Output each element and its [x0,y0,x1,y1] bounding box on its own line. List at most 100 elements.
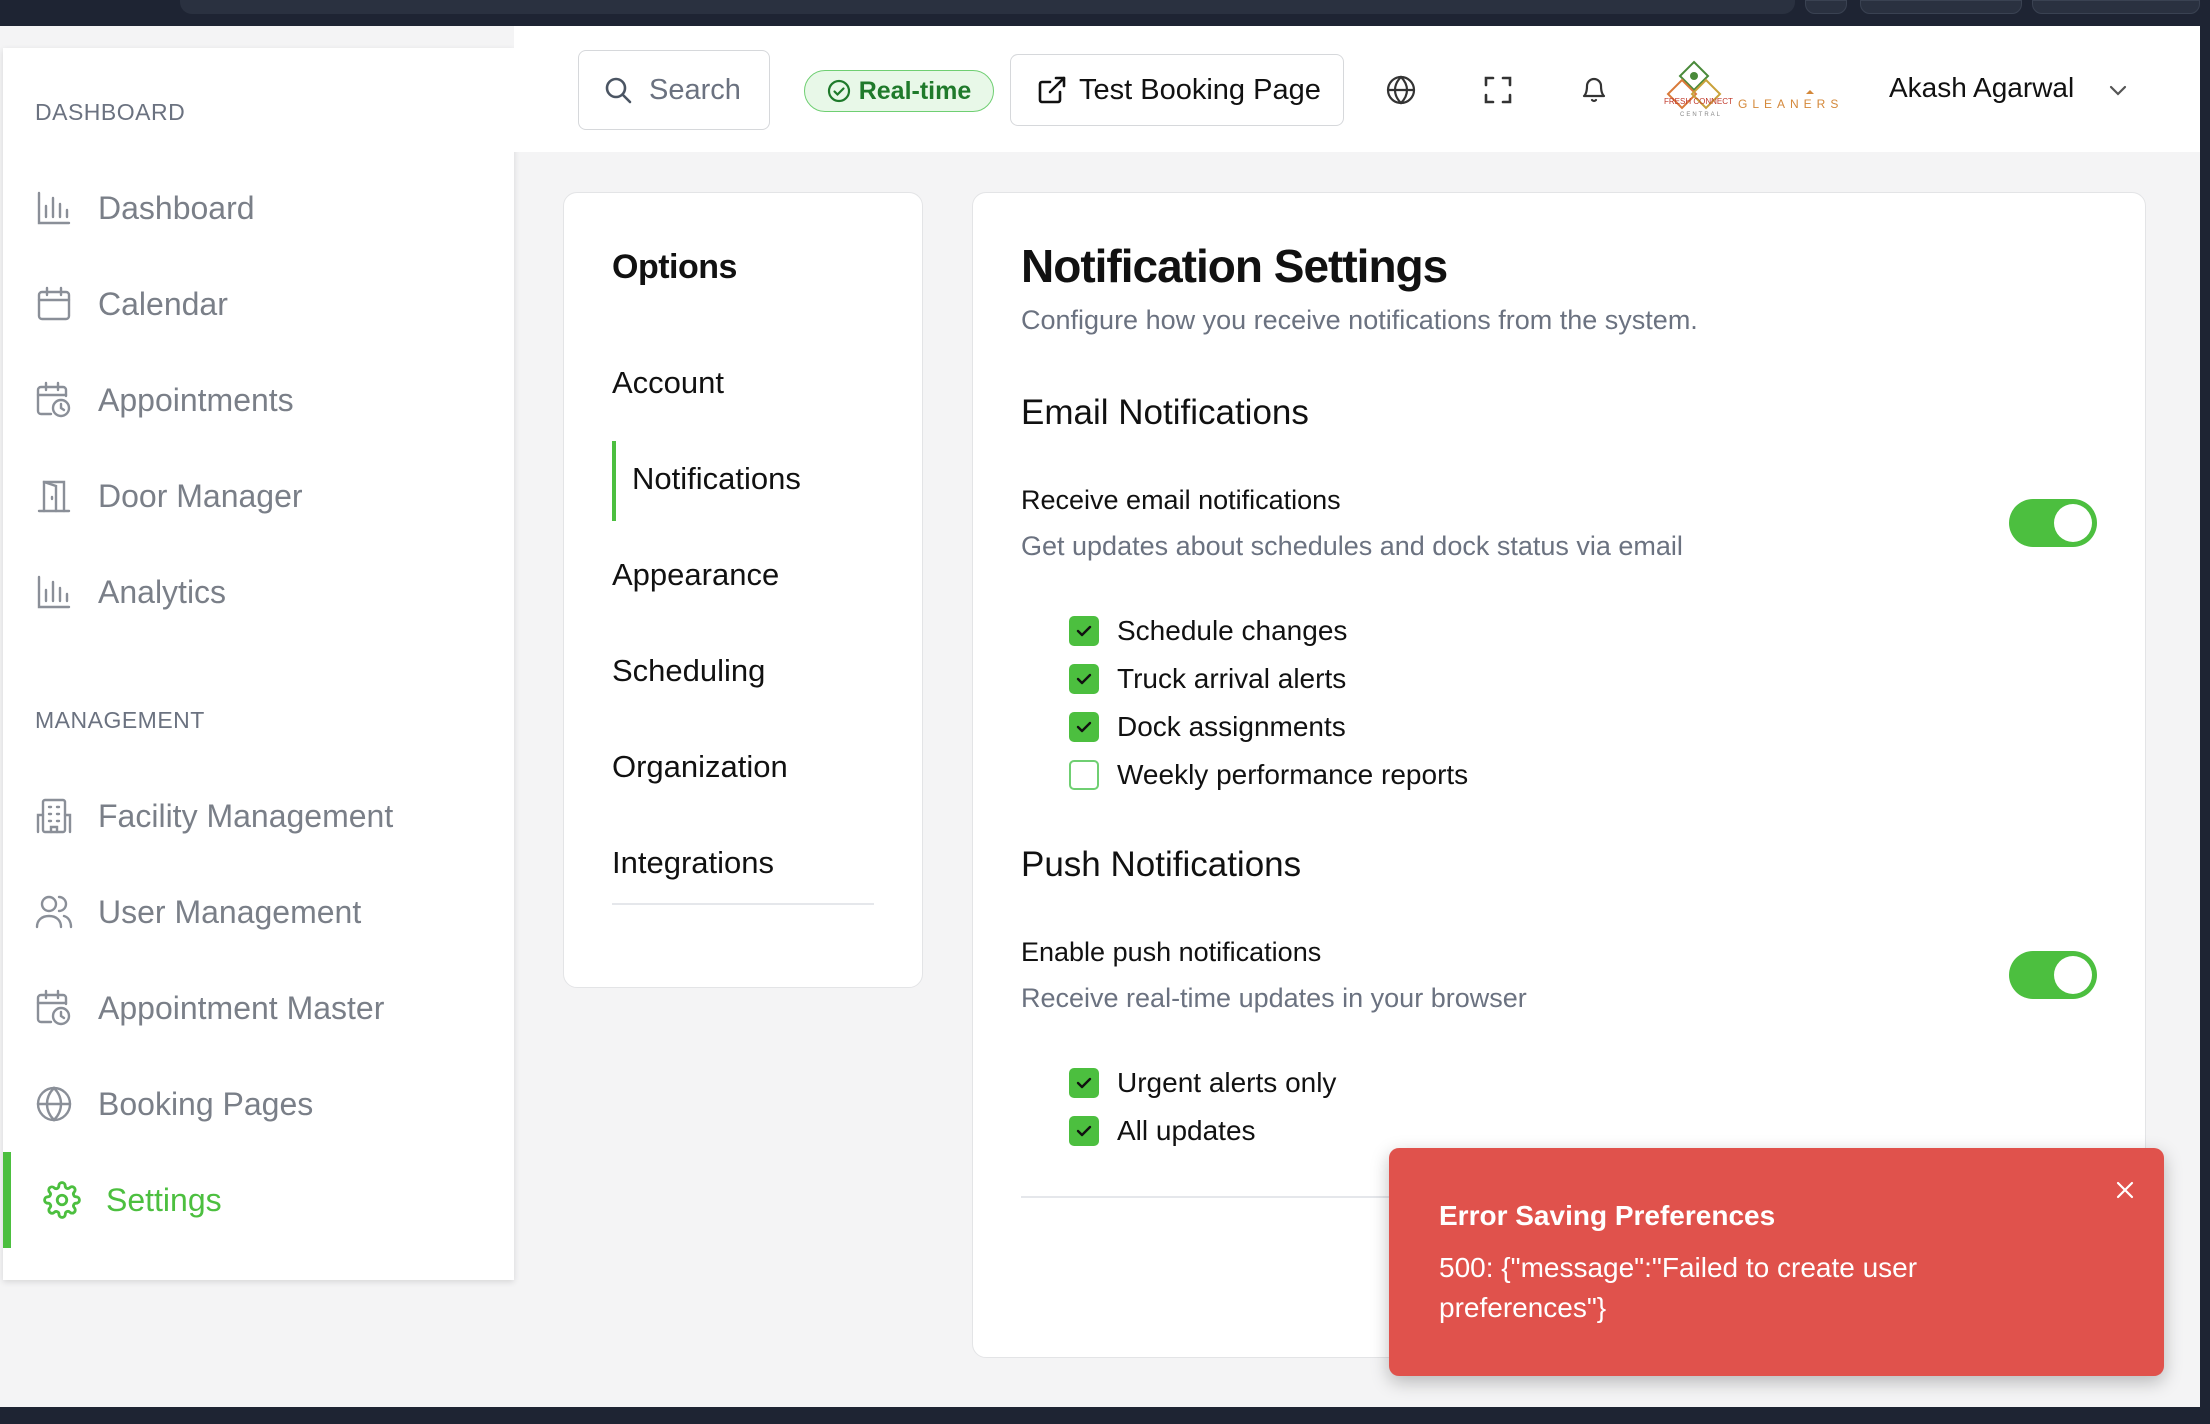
toast-title: Error Saving Preferences [1439,1200,1776,1231]
realtime-label: Real-time [858,76,972,105]
sidebar-item-analytics[interactable]: Analytics [3,552,514,632]
test-booking-label: Test Booking Page [1079,73,1321,106]
push-toggle-title: Enable push notifications [1021,937,1322,967]
email-toggle-subtitle: Get updates about schedules and dock sta… [1021,531,1683,561]
sidebar-item-label: Settings [106,1181,222,1218]
close-icon[interactable] [2113,1178,2137,1202]
svg-text:FRESH CONNECT: FRESH CONNECT [1664,97,1733,106]
sidebar: DASHBOARD Dashboard Calendar Appointment… [3,48,514,1280]
calendar-icon [35,285,73,323]
globe-icon[interactable] [1381,70,1421,110]
push-section-title: Push Notifications [1021,845,1302,884]
top-header: Search Real-time Test Booking Page FRESH… [514,26,2200,152]
sidebar-item-appointments[interactable]: Appointments [3,360,514,440]
page-subtitle: Configure how you receive notifications … [1021,305,1698,335]
section-label-dashboard: DASHBOARD [35,99,186,125]
active-indicator [3,1152,11,1248]
svg-text:CENTRAL: CENTRAL [1680,112,1722,118]
option-account[interactable]: Account [612,365,724,401]
options-title: Options [612,248,737,286]
sidebar-item-label: Calendar [98,285,228,322]
checkbox-schedule-changes[interactable]: Schedule changes [1069,614,1347,648]
search-label: Search [649,73,741,106]
checkbox[interactable] [1069,616,1099,646]
option-appearance[interactable]: Appearance [612,557,779,593]
error-toast: Error Saving Preferences 500: {"message"… [1389,1148,2164,1376]
sidebar-item-label: Analytics [98,573,227,610]
email-notifications-toggle[interactable] [2009,499,2097,547]
address-bar[interactable] [180,0,1795,14]
checkbox-label: Schedule changes [1117,615,1348,646]
checkbox-truck-arrival-alerts[interactable]: Truck arrival alerts [1069,662,1346,696]
email-section-title: Email Notifications [1021,393,1309,432]
check-icon [1076,1077,1092,1089]
checkbox[interactable] [1069,712,1099,742]
checkbox[interactable] [1069,760,1099,790]
company-logo: FRESH CONNECT CENTRAL GLEANERS [1650,54,1850,124]
sidebar-item-appointment-master[interactable]: Appointment Master [3,968,514,1048]
sidebar-item-calendar[interactable]: Calendar [3,264,514,344]
option-organization[interactable]: Organization [612,749,788,785]
email-toggle-title: Receive email notifications [1021,485,1341,515]
checkbox-label: Urgent alerts only [1117,1067,1337,1098]
sidebar-item-label: Door Manager [98,477,303,514]
push-toggle-subtitle: Receive real-time updates in your browse… [1021,983,1527,1013]
checkbox-label: All updates [1117,1115,1256,1146]
sidebar-item-user-management[interactable]: User Management [3,872,514,952]
option-scheduling[interactable]: Scheduling [612,653,765,689]
active-indicator [612,441,616,521]
check-icon [1076,1125,1092,1137]
check-icon [1076,625,1092,637]
bell-icon[interactable] [1574,70,1614,110]
fullscreen-icon[interactable] [1478,70,1518,110]
sidebar-item-door-manager[interactable]: Door Manager [3,456,514,536]
user-name[interactable]: Akash Agarwal [1889,72,2074,104]
sidebar-item-label: Appointment Master [98,989,385,1026]
options-panel: Options Account Notifications Appearance… [563,192,923,988]
sidebar-item-label: Appointments [98,381,294,418]
section-label-management: MANAGEMENT [35,707,205,733]
external-link-icon [1037,75,1067,105]
toggle-knob [2054,956,2092,994]
option-integrations[interactable]: Integrations [612,845,774,881]
window-edge [0,1407,2210,1424]
check-circle-icon [827,79,851,103]
search-button[interactable]: Search [578,50,770,130]
checkbox-dock-assignments[interactable]: Dock assignments [1069,710,1346,744]
users-icon [35,893,73,931]
search-icon [603,75,633,105]
sidebar-item-booking-pages[interactable]: Booking Pages [3,1064,514,1144]
option-notifications[interactable]: Notifications [632,461,801,497]
checkbox[interactable] [1069,1116,1099,1146]
sidebar-item-settings[interactable]: Settings [3,1152,514,1248]
checkbox[interactable] [1069,664,1099,694]
sidebar-item-facility-management[interactable]: Facility Management [3,776,514,856]
door-icon [35,477,73,515]
page-title: Notification Settings [1021,240,1448,292]
checkbox-all-updates[interactable]: All updates [1069,1114,1256,1148]
bar-chart-icon [35,573,73,611]
checkbox-urgent-alerts-only[interactable]: Urgent alerts only [1069,1066,1336,1100]
browser-toolbar [0,0,2210,26]
chevron-down-icon[interactable] [2098,70,2138,110]
window-edge [2200,26,2210,1407]
sidebar-item-dashboard[interactable]: Dashboard [3,168,514,248]
test-booking-page-button[interactable]: Test Booking Page [1010,54,1344,126]
browser-button[interactable] [1860,0,2022,14]
realtime-badge: Real-time [804,70,994,112]
check-icon [1076,673,1092,685]
browser-button[interactable] [2032,0,2200,14]
browser-button[interactable] [1805,0,1847,14]
checkbox-label: Weekly performance reports [1117,759,1469,790]
checkbox[interactable] [1069,1068,1099,1098]
bar-chart-icon [35,189,73,227]
calendar-clock-icon [35,989,73,1027]
push-notifications-toggle[interactable] [2009,951,2097,999]
checkbox-label: Dock assignments [1117,711,1346,742]
divider [612,903,874,905]
toast-message: 500: {"message":"Failed to create user p… [1439,1252,1918,1323]
sidebar-item-label: Dashboard [98,189,255,226]
checkbox-weekly-performance-reports[interactable]: Weekly performance reports [1069,758,1468,792]
building-icon [35,797,73,835]
calendar-clock-icon [35,381,73,419]
